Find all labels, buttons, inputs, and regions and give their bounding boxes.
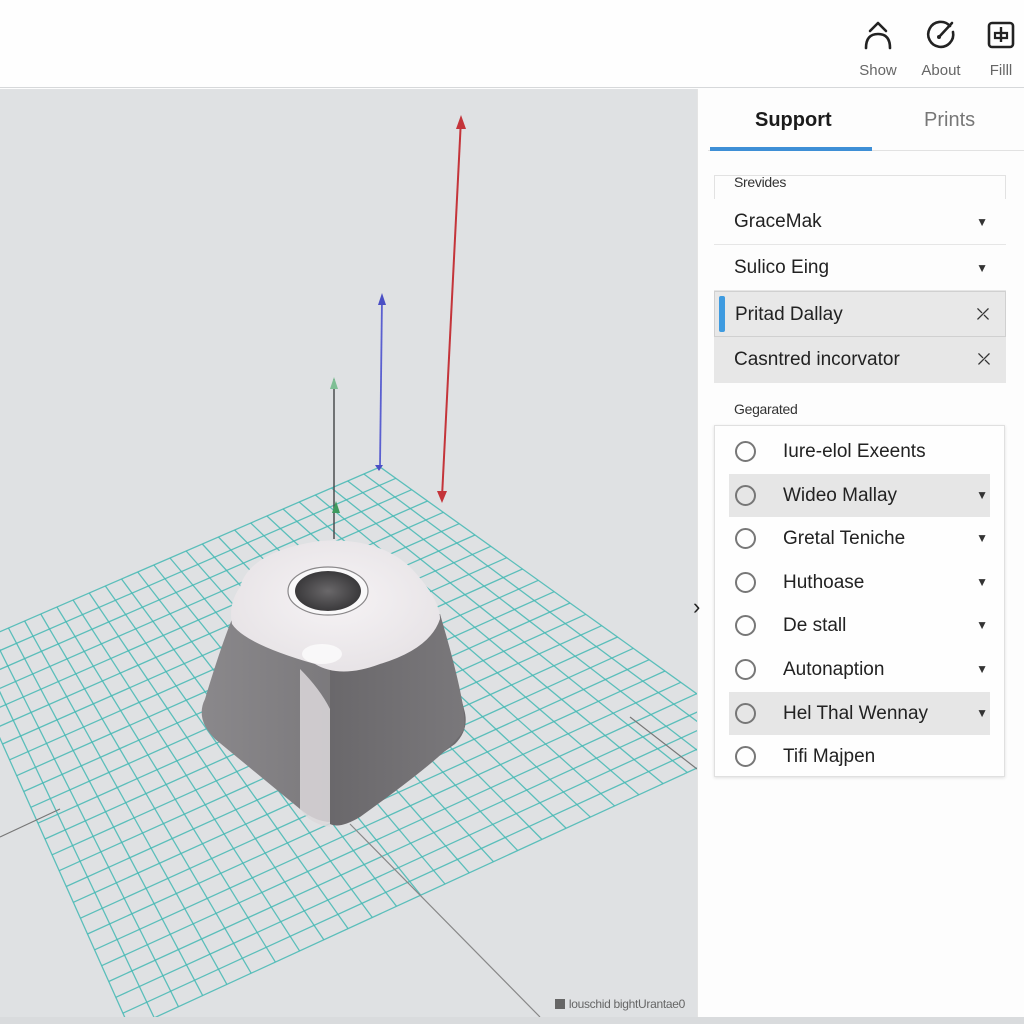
active-tab-indicator [710,147,872,151]
chevron-down-icon: ▼ [976,261,988,275]
radio-option[interactable]: Iure-elol Exeents [729,430,990,474]
radio-button[interactable] [735,615,756,637]
option-label: Gretal Teniche [783,528,906,550]
radio-option[interactable]: Hel Thal Wennay ▼ [729,691,990,736]
top-toolbar: Show About Filll [0,0,1024,88]
services-group-label: Srevides [734,174,787,190]
y-axis-arrow[interactable] [375,293,386,471]
chevron-down-icon[interactable]: ▼ [976,561,988,604]
about-button[interactable]: About [911,18,971,79]
side-panel: Support Prints Srevides GraceMak ▼ Sulic… [697,89,1024,1017]
radio-option[interactable]: De stall ▼ [729,604,990,648]
selection-indicator [719,296,725,332]
service-label: GraceMak [734,211,822,232]
fill-button[interactable]: Filll [971,18,1024,79]
services-group: Srevides GraceMak ▼ Sulico Eing ▼ Pritad… [714,174,1006,383]
radio-option[interactable]: Autonaption ▼ [729,648,990,692]
x-axis-arrow[interactable] [437,115,466,503]
radio-option[interactable]: Wideo Mallay ▼ [729,473,990,518]
show-button[interactable]: Show [848,18,908,79]
service-label: Casntred incorvator [734,349,900,370]
chevron-down-icon: ▼ [976,215,988,229]
fill-label: Filll [989,62,1013,79]
3d-viewport[interactable]: louschid bightUrantae0 [0,89,697,1017]
compass-dial-icon [927,20,955,49]
generated-group: Iure-elol Exeents Wideo Mallay ▼ Gretal … [714,425,1005,777]
collapse-panel-arrow[interactable]: › [693,596,700,618]
service-label: Pritad Dallay [735,304,843,325]
grid-line [0,690,155,1017]
about-label: About [921,62,961,79]
grid-line [0,648,180,1007]
option-label: Iure-elol Exeents [783,441,926,462]
shuffle-icon[interactable]: ⤫ [978,337,990,383]
radio-option[interactable]: Tifi Majpen [729,735,990,779]
radio-button[interactable] [735,484,756,506]
chevron-down-icon[interactable]: ▼ [976,474,988,517]
option-label: Tifi Majpen [783,746,876,768]
status-icon [554,999,565,1009]
option-label: Huthoase [783,571,865,593]
radio-button[interactable] [735,658,756,680]
bottom-edge [0,1017,1024,1024]
chevron-down-icon[interactable]: ▼ [976,648,988,691]
radio-button[interactable] [735,571,756,593]
3d-model[interactable] [201,540,466,827]
option-label: De stall [783,615,847,637]
radio-option[interactable]: Huthoase ▼ [729,561,990,605]
service-select-pritad-dallay[interactable]: Pritad Dallay ⤫ [714,291,1006,337]
tab-support[interactable]: Support [755,109,832,132]
guide-line-left [0,808,61,838]
chevron-down-icon[interactable]: ▼ [976,692,988,735]
tab-prints[interactable]: Prints [924,109,975,132]
chevron-down-icon[interactable]: ▼ [976,517,988,560]
option-label: Wideo Mallay [783,484,898,506]
status-label: louschid bightUrantae0 [568,997,685,1011]
show-label: Show [859,62,897,79]
option-label: Hel Thal Wennay [783,702,929,724]
option-label: Autonaption [783,658,885,680]
shuffle-icon[interactable]: ⤫ [977,292,989,338]
generated-group-label: Gegarated [734,401,798,417]
radio-button[interactable] [735,441,756,462]
radio-button[interactable] [735,746,756,768]
radio-button[interactable] [735,702,756,724]
chevron-up-arc-icon [864,21,892,50]
service-select-casntred-incorvator[interactable]: Casntred incorvator ⤫ [714,337,1006,383]
service-select-gracemak[interactable]: GraceMak ▼ [714,199,1006,245]
service-label: Sulico Eing [734,257,830,278]
radio-option[interactable]: Gretal Teniche ▼ [729,517,990,561]
status-bar-text: louschid bightUrantae0 [554,997,685,1011]
scene-canvas[interactable] [0,89,697,1017]
service-select-sulico-eing[interactable]: Sulico Eing ▼ [714,245,1006,291]
radio-button[interactable] [735,528,756,550]
chevron-down-icon[interactable]: ▼ [976,604,988,647]
fill-box-icon [987,21,1015,49]
panel-tabs: Support Prints [708,89,1024,151]
